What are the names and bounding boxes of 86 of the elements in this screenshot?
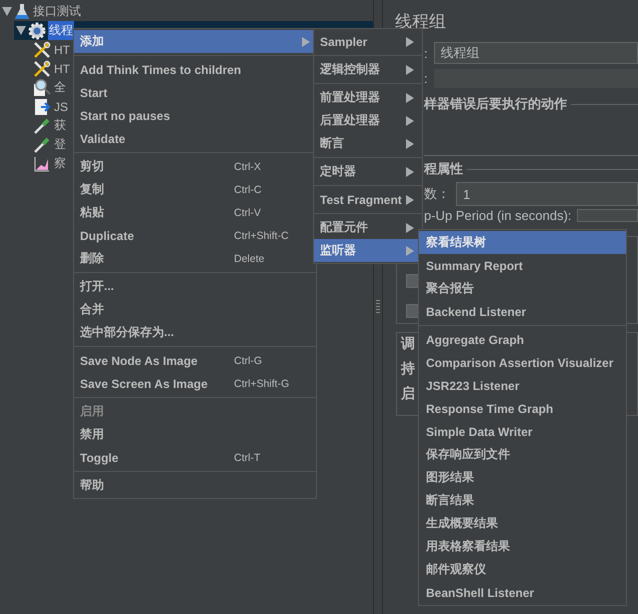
- tree-node-label[interactable]: 登: [53, 135, 67, 154]
- menu-item[interactable]: 逻辑控制器: [314, 58, 422, 81]
- field-label: 持: [401, 360, 415, 378]
- tools-icon: [33, 60, 51, 78]
- name-field[interactable]: 线程组: [434, 42, 638, 64]
- submenu-arrow-icon: [406, 194, 414, 204]
- section-title: 样器错误后要执行的动作: [424, 95, 567, 113]
- menu-item[interactable]: Test Fragment: [314, 188, 422, 211]
- submenu-arrow-icon: [406, 116, 414, 126]
- menu-item[interactable]: 禁用: [74, 423, 316, 446]
- field-label: :: [424, 46, 428, 60]
- menu-item[interactable]: 生成概要结果: [419, 512, 626, 535]
- submenu-arrow-icon: [302, 36, 310, 46]
- menu-item[interactable]: Simple Data Writer: [419, 420, 626, 443]
- tree-node-label[interactable]: 全: [53, 78, 67, 97]
- tree-node-label[interactable]: 察: [53, 154, 67, 173]
- menu-item[interactable]: 前置处理器: [314, 86, 422, 109]
- menu-item[interactable]: 聚合报告: [419, 277, 626, 300]
- menu-item[interactable]: 合并: [74, 298, 316, 321]
- rampup-field[interactable]: [577, 209, 638, 222]
- field-label: p-Up Period (in seconds):: [424, 209, 572, 222]
- menu-item[interactable]: Save Node As Image Ctrl-G: [74, 349, 316, 372]
- menu-item[interactable]: 断言: [314, 132, 422, 155]
- menu-item[interactable]: 断言结果: [419, 489, 626, 512]
- menu-item[interactable]: 复制 Ctrl-C: [74, 178, 316, 201]
- submenu-arrow-icon: [406, 92, 414, 102]
- menu-item[interactable]: 后置处理器: [314, 109, 422, 132]
- tree-node-label[interactable]: JS: [53, 98, 70, 114]
- menu-item[interactable]: Start no pauses: [74, 104, 316, 127]
- flask-icon: [14, 2, 30, 20]
- panel-title: 线程组: [395, 11, 446, 33]
- splitter-grip-icon[interactable]: [376, 300, 380, 314]
- menu-item[interactable]: 配置元件: [314, 216, 422, 239]
- tree-node-label[interactable]: 线程: [48, 21, 74, 40]
- magnifier-icon: [33, 78, 51, 96]
- section-title: 程属性: [424, 160, 463, 178]
- menu-item[interactable]: Comparison Assertion Visualizer: [419, 351, 626, 374]
- menu-item[interactable]: 保存响应到文件: [419, 443, 626, 466]
- submenu-arrow-icon: [406, 36, 414, 46]
- document-arrow-icon: [33, 98, 51, 116]
- submenu-arrow-icon: [406, 64, 414, 74]
- menu-item[interactable]: BeanShell Listener: [419, 581, 626, 604]
- dropper-icon: [33, 116, 51, 134]
- submenu-arrow-icon: [406, 246, 414, 256]
- submenu-arrow-icon: [406, 222, 414, 232]
- expand-arrow-icon[interactable]: [16, 26, 26, 35]
- menu-item[interactable]: 打开...: [74, 275, 316, 298]
- menu-item[interactable]: Summary Report: [419, 254, 626, 277]
- menu-item[interactable]: 用表格察看结果: [419, 535, 626, 558]
- menu-item[interactable]: Aggregate Graph: [419, 328, 626, 351]
- menu-item[interactable]: Duplicate Ctrl+Shift-C: [74, 224, 316, 247]
- tree-node-label[interactable]: 获: [53, 116, 67, 135]
- menu-item[interactable]: Start: [74, 81, 316, 104]
- submenu-arrow-icon: [406, 138, 414, 148]
- menu-item[interactable]: 定时器: [314, 160, 422, 183]
- menu-item[interactable]: 帮助: [74, 474, 316, 497]
- threads-field[interactable]: 1: [456, 182, 638, 206]
- menu-item[interactable]: Validate: [74, 127, 316, 150]
- menu-item[interactable]: Save Screen As Image Ctrl+Shift-G: [74, 372, 316, 395]
- menu-item[interactable]: Response Time Graph: [419, 397, 626, 420]
- field-label: :: [424, 71, 428, 86]
- menu-item[interactable]: 邮件观察仪: [419, 558, 626, 581]
- tree-node-label[interactable]: HT: [53, 42, 71, 58]
- gear-icon: [28, 22, 46, 40]
- menu-item[interactable]: JSR223 Listener: [419, 374, 626, 397]
- field-label: 启: [401, 385, 415, 403]
- menu-item[interactable]: Add Think Times to children: [74, 58, 316, 81]
- menu-item[interactable]: Backend Listener: [419, 300, 626, 323]
- field-label: 调: [401, 335, 415, 353]
- tree-node-label[interactable]: 接口测试: [32, 2, 82, 21]
- menu-item[interactable]: 图形结果: [419, 466, 626, 489]
- tools-icon: [33, 40, 51, 58]
- menu-item[interactable]: Sampler: [314, 30, 422, 53]
- field-label: 数：: [424, 185, 450, 203]
- menu-item[interactable]: 剪切 Ctrl-X: [74, 155, 316, 178]
- expand-arrow-icon[interactable]: [2, 7, 12, 16]
- menu-item[interactable]: 选中部分保存为...: [74, 321, 316, 344]
- menu-item[interactable]: 添加: [74, 30, 316, 53]
- tree-node-label[interactable]: HT: [53, 60, 71, 76]
- dropper-icon: [33, 136, 51, 154]
- menu-item[interactable]: Toggle Ctrl-T: [74, 446, 316, 469]
- menu-item[interactable]: 察看结果树: [419, 231, 626, 254]
- menu-item[interactable]: 删除 Delete: [74, 247, 316, 270]
- submenu-arrow-icon: [406, 166, 414, 176]
- menu-item[interactable]: 粘贴 Ctrl-V: [74, 201, 316, 224]
- graph-icon: [33, 154, 51, 172]
